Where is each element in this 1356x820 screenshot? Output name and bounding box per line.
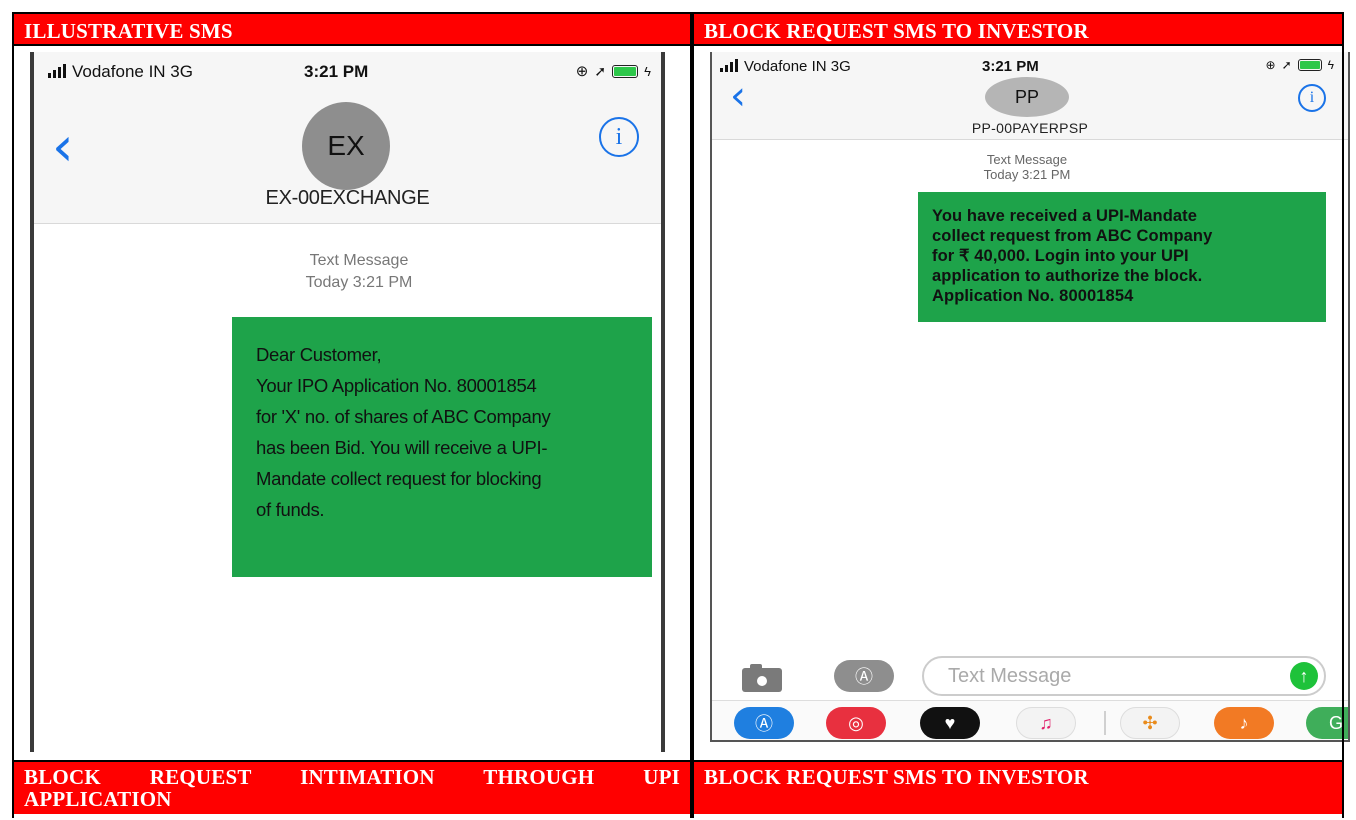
table-border-right: [1342, 12, 1344, 818]
phone-screenshot-payer-psp: Vodafone IN 3G 3:21 PM ⊕ ➚ ϟ ‹ PP i PP-0…: [710, 52, 1350, 742]
status-bar: Vodafone IN 3G 3:21 PM ⊕ ➚ ϟ: [712, 58, 1348, 78]
charging-icon: ϟ: [644, 63, 651, 79]
signal-icon: [48, 64, 66, 78]
drawer-divider: [1104, 711, 1106, 735]
message-input-placeholder: Text Message: [948, 665, 1072, 687]
message-type-label: Text Message: [309, 252, 409, 269]
send-arrow-icon[interactable]: ↑: [1290, 662, 1318, 690]
battery-icon: [612, 64, 639, 78]
comparison-table: ILLUSTRATIVE SMS BLOCK REQUEST SMS TO IN…: [0, 0, 1356, 820]
rotation-lock-icon: ⊕: [1265, 58, 1276, 72]
phone-screenshot-exchange: Vodafone IN 3G 3:21 PM ⊕ ➚ ϟ ‹ EX i EX-0…: [30, 52, 665, 752]
table-border-middle: [690, 12, 694, 818]
carrier-label: Vodafone IN 3G: [48, 62, 193, 82]
message-composer: Ⓐ Text Message ↑: [712, 652, 1348, 702]
status-time: 3:21 PM: [304, 62, 369, 81]
header-illustrative-sms: ILLUSTRATIVE SMS: [14, 14, 690, 44]
message-input[interactable]: Text Message ↑: [922, 656, 1326, 696]
header-block-request-sms-bottom-text: BLOCK REQUEST SMS TO INVESTOR: [704, 765, 1089, 789]
back-chevron-icon[interactable]: ‹: [52, 120, 74, 174]
back-chevron-icon[interactable]: ‹: [730, 76, 746, 116]
signal-icon: [720, 58, 738, 72]
web-search-icon[interactable]: ◎: [826, 707, 886, 739]
message-bubble[interactable]: You have received a UPI-Mandate collect …: [918, 192, 1326, 322]
message-meta: Text Message Today 3:21 PM: [952, 152, 1102, 182]
header-block-request-sms-bottom: BLOCK REQUEST SMS TO INVESTOR: [694, 762, 1342, 814]
camera-icon[interactable]: [742, 662, 782, 692]
music-icon[interactable]: ♫: [1016, 707, 1076, 739]
conversation-header: Vodafone IN 3G 3:21 PM ⊕ ➚ ϟ ‹ EX i EX-0…: [34, 52, 661, 224]
status-icons: ⊕ ➚ ϟ: [575, 62, 651, 81]
info-icon[interactable]: i: [599, 117, 639, 157]
table-border-top: [12, 12, 1344, 14]
location-icon: ➚: [594, 62, 607, 79]
carrier-text: Vodafone IN 3G: [744, 58, 851, 75]
table-row-divider: [12, 760, 1344, 762]
contact-avatar[interactable]: PP: [985, 77, 1069, 117]
header-illustrative-sms-text: ILLUSTRATIVE SMS: [24, 19, 233, 43]
message-bubble[interactable]: Dear Customer, Your IPO Application No. …: [232, 317, 652, 577]
message-type-label: Text Message: [986, 152, 1068, 167]
battery-icon: [1297, 59, 1322, 71]
rotation-lock-icon: ⊕: [575, 63, 589, 80]
table-border-left: [12, 12, 14, 818]
table-row-divider: [12, 44, 1344, 46]
message-meta: Text Message Today 3:21 PM: [284, 250, 434, 294]
status-bar: Vodafone IN 3G 3:21 PM ⊕ ➚ ϟ: [34, 62, 661, 88]
app-drawer: Ⓐ ◎ ♥ ♫ ✣ ♪ G: [712, 700, 1348, 740]
carrier-text: Vodafone IN 3G: [72, 62, 193, 81]
contact-name[interactable]: EX-00EXCHANGE: [34, 187, 661, 210]
header-block-request-intimation-line2: APPLICATION: [24, 787, 172, 811]
message-text: Dear Customer, Your IPO Application No. …: [256, 344, 551, 520]
status-time: 3:21 PM: [982, 58, 1039, 75]
status-icons: ⊕ ➚ ϟ: [1266, 58, 1334, 72]
header-block-request-intimation: BLOCK REQUEST INTIMATION THROUGH UPI APP…: [14, 762, 690, 814]
contact-name[interactable]: PP-00PAYERPSP: [712, 120, 1348, 136]
app-store-icon[interactable]: Ⓐ: [734, 707, 794, 739]
header-block-request-intimation-line1: BLOCK REQUEST INTIMATION THROUGH UPI: [24, 765, 680, 789]
charging-icon: ϟ: [1327, 58, 1334, 72]
message-timestamp: Today 3:21 PM: [305, 274, 413, 291]
app-store-icon[interactable]: Ⓐ: [834, 660, 894, 692]
contact-avatar[interactable]: EX: [302, 102, 390, 190]
conversation-header: Vodafone IN 3G 3:21 PM ⊕ ➚ ϟ ‹ PP i PP-0…: [712, 52, 1348, 140]
message-timestamp: Today 3:21 PM: [983, 167, 1071, 182]
location-icon: ➚: [1281, 58, 1292, 72]
info-icon[interactable]: i: [1298, 84, 1326, 112]
photos-icon[interactable]: ✣: [1120, 707, 1180, 739]
message-text: You have received a UPI-Mandate collect …: [932, 207, 1213, 305]
heart-icon[interactable]: ♥: [920, 707, 980, 739]
header-block-request-sms-top-text: BLOCK REQUEST SMS TO INVESTOR: [704, 19, 1089, 43]
header-block-request-sms-top: BLOCK REQUEST SMS TO INVESTOR: [694, 14, 1342, 44]
garageband-icon[interactable]: ♪: [1214, 707, 1274, 739]
